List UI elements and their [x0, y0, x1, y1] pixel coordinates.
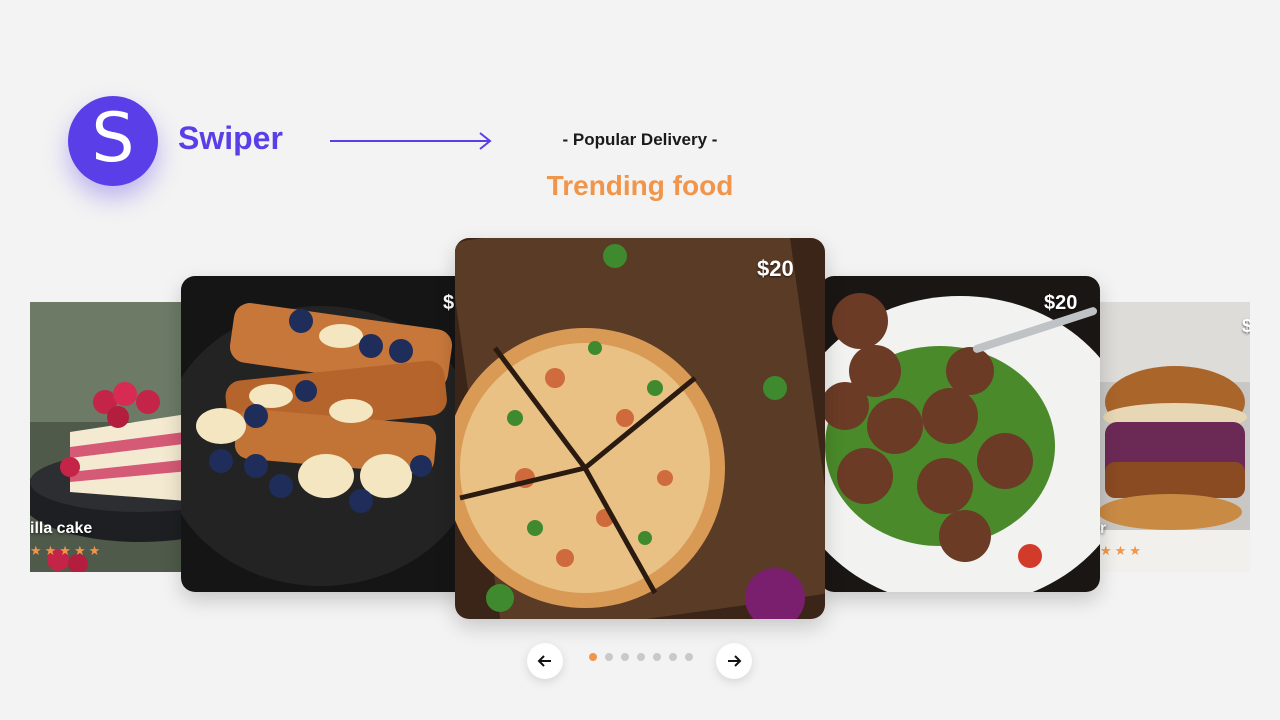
slide-name: r — [1100, 520, 1107, 537]
slide-price: $ — [1242, 316, 1250, 336]
burger-photo — [1100, 302, 1250, 572]
section-title: Trending food — [546, 170, 734, 201]
rating-stars: ★★★ — [1100, 543, 1144, 558]
pizza-photo — [455, 238, 825, 619]
slide-pizza[interactable]: $20 — [455, 238, 825, 619]
arrow-right-icon — [728, 655, 742, 667]
arrow-left-icon — [537, 655, 551, 667]
slide-price: $20 — [757, 256, 794, 281]
prev-button[interactable] — [527, 643, 563, 679]
meatballs-photo — [820, 276, 1100, 592]
slide-french-toast[interactable]: $ — [181, 276, 471, 592]
swiper-showcase: S Swiper - Popular Delivery - Trending f… — [0, 0, 1280, 720]
slide-meatballs[interactable]: $20 — [820, 276, 1100, 592]
slide-cake[interactable]: illa cake ★★★★★ — [30, 302, 200, 572]
french-toast-photo — [181, 276, 471, 592]
pagination — [589, 653, 693, 661]
pagination-dot[interactable] — [685, 653, 693, 661]
next-button[interactable] — [716, 643, 752, 679]
section-subtitle: - Popular Delivery - — [562, 130, 718, 149]
slide-name: illa cake — [30, 520, 93, 537]
pagination-dot[interactable] — [589, 653, 597, 661]
slide-price: $ — [443, 292, 455, 314]
slide-price: $20 — [1044, 292, 1078, 314]
pagination-dot[interactable] — [653, 653, 661, 661]
pagination-dot[interactable] — [621, 653, 629, 661]
rating-stars: ★★★★★ — [30, 543, 104, 558]
pagination-dot[interactable] — [605, 653, 613, 661]
slide-burger[interactable]: $ r ★★★ — [1100, 302, 1250, 572]
pagination-dot[interactable] — [637, 653, 645, 661]
pagination-dot[interactable] — [669, 653, 677, 661]
